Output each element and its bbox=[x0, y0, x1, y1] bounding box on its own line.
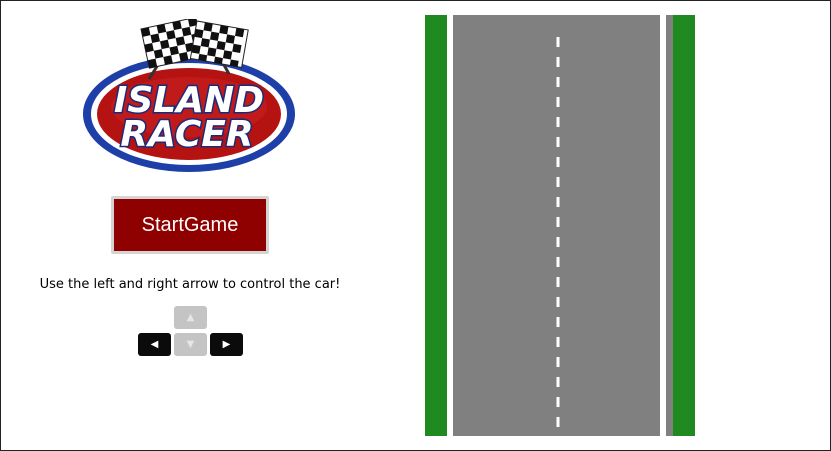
arrow-down-icon: ▼ bbox=[174, 333, 207, 356]
right-grass bbox=[673, 15, 695, 436]
arrow-up-icon: ▲ bbox=[174, 306, 207, 329]
race-track bbox=[425, 15, 695, 436]
left-grass bbox=[425, 15, 447, 436]
island-racer-logo: ISLAND RACER bbox=[83, 19, 295, 172]
instruction-text: Use the left and right arrow to control … bbox=[39, 277, 341, 292]
left-edge-line bbox=[447, 15, 453, 436]
asphalt bbox=[453, 15, 667, 436]
right-edge-line bbox=[660, 15, 666, 436]
arrow-right-icon[interactable]: ▶ bbox=[210, 333, 243, 356]
start-game-button[interactable]: StartGame bbox=[111, 196, 269, 254]
arrow-left-icon[interactable]: ◀ bbox=[138, 333, 171, 356]
logo-text-line2: RACER bbox=[120, 114, 253, 155]
game-frame: ISLAND RACER StartGame Use the left and … bbox=[0, 0, 831, 451]
